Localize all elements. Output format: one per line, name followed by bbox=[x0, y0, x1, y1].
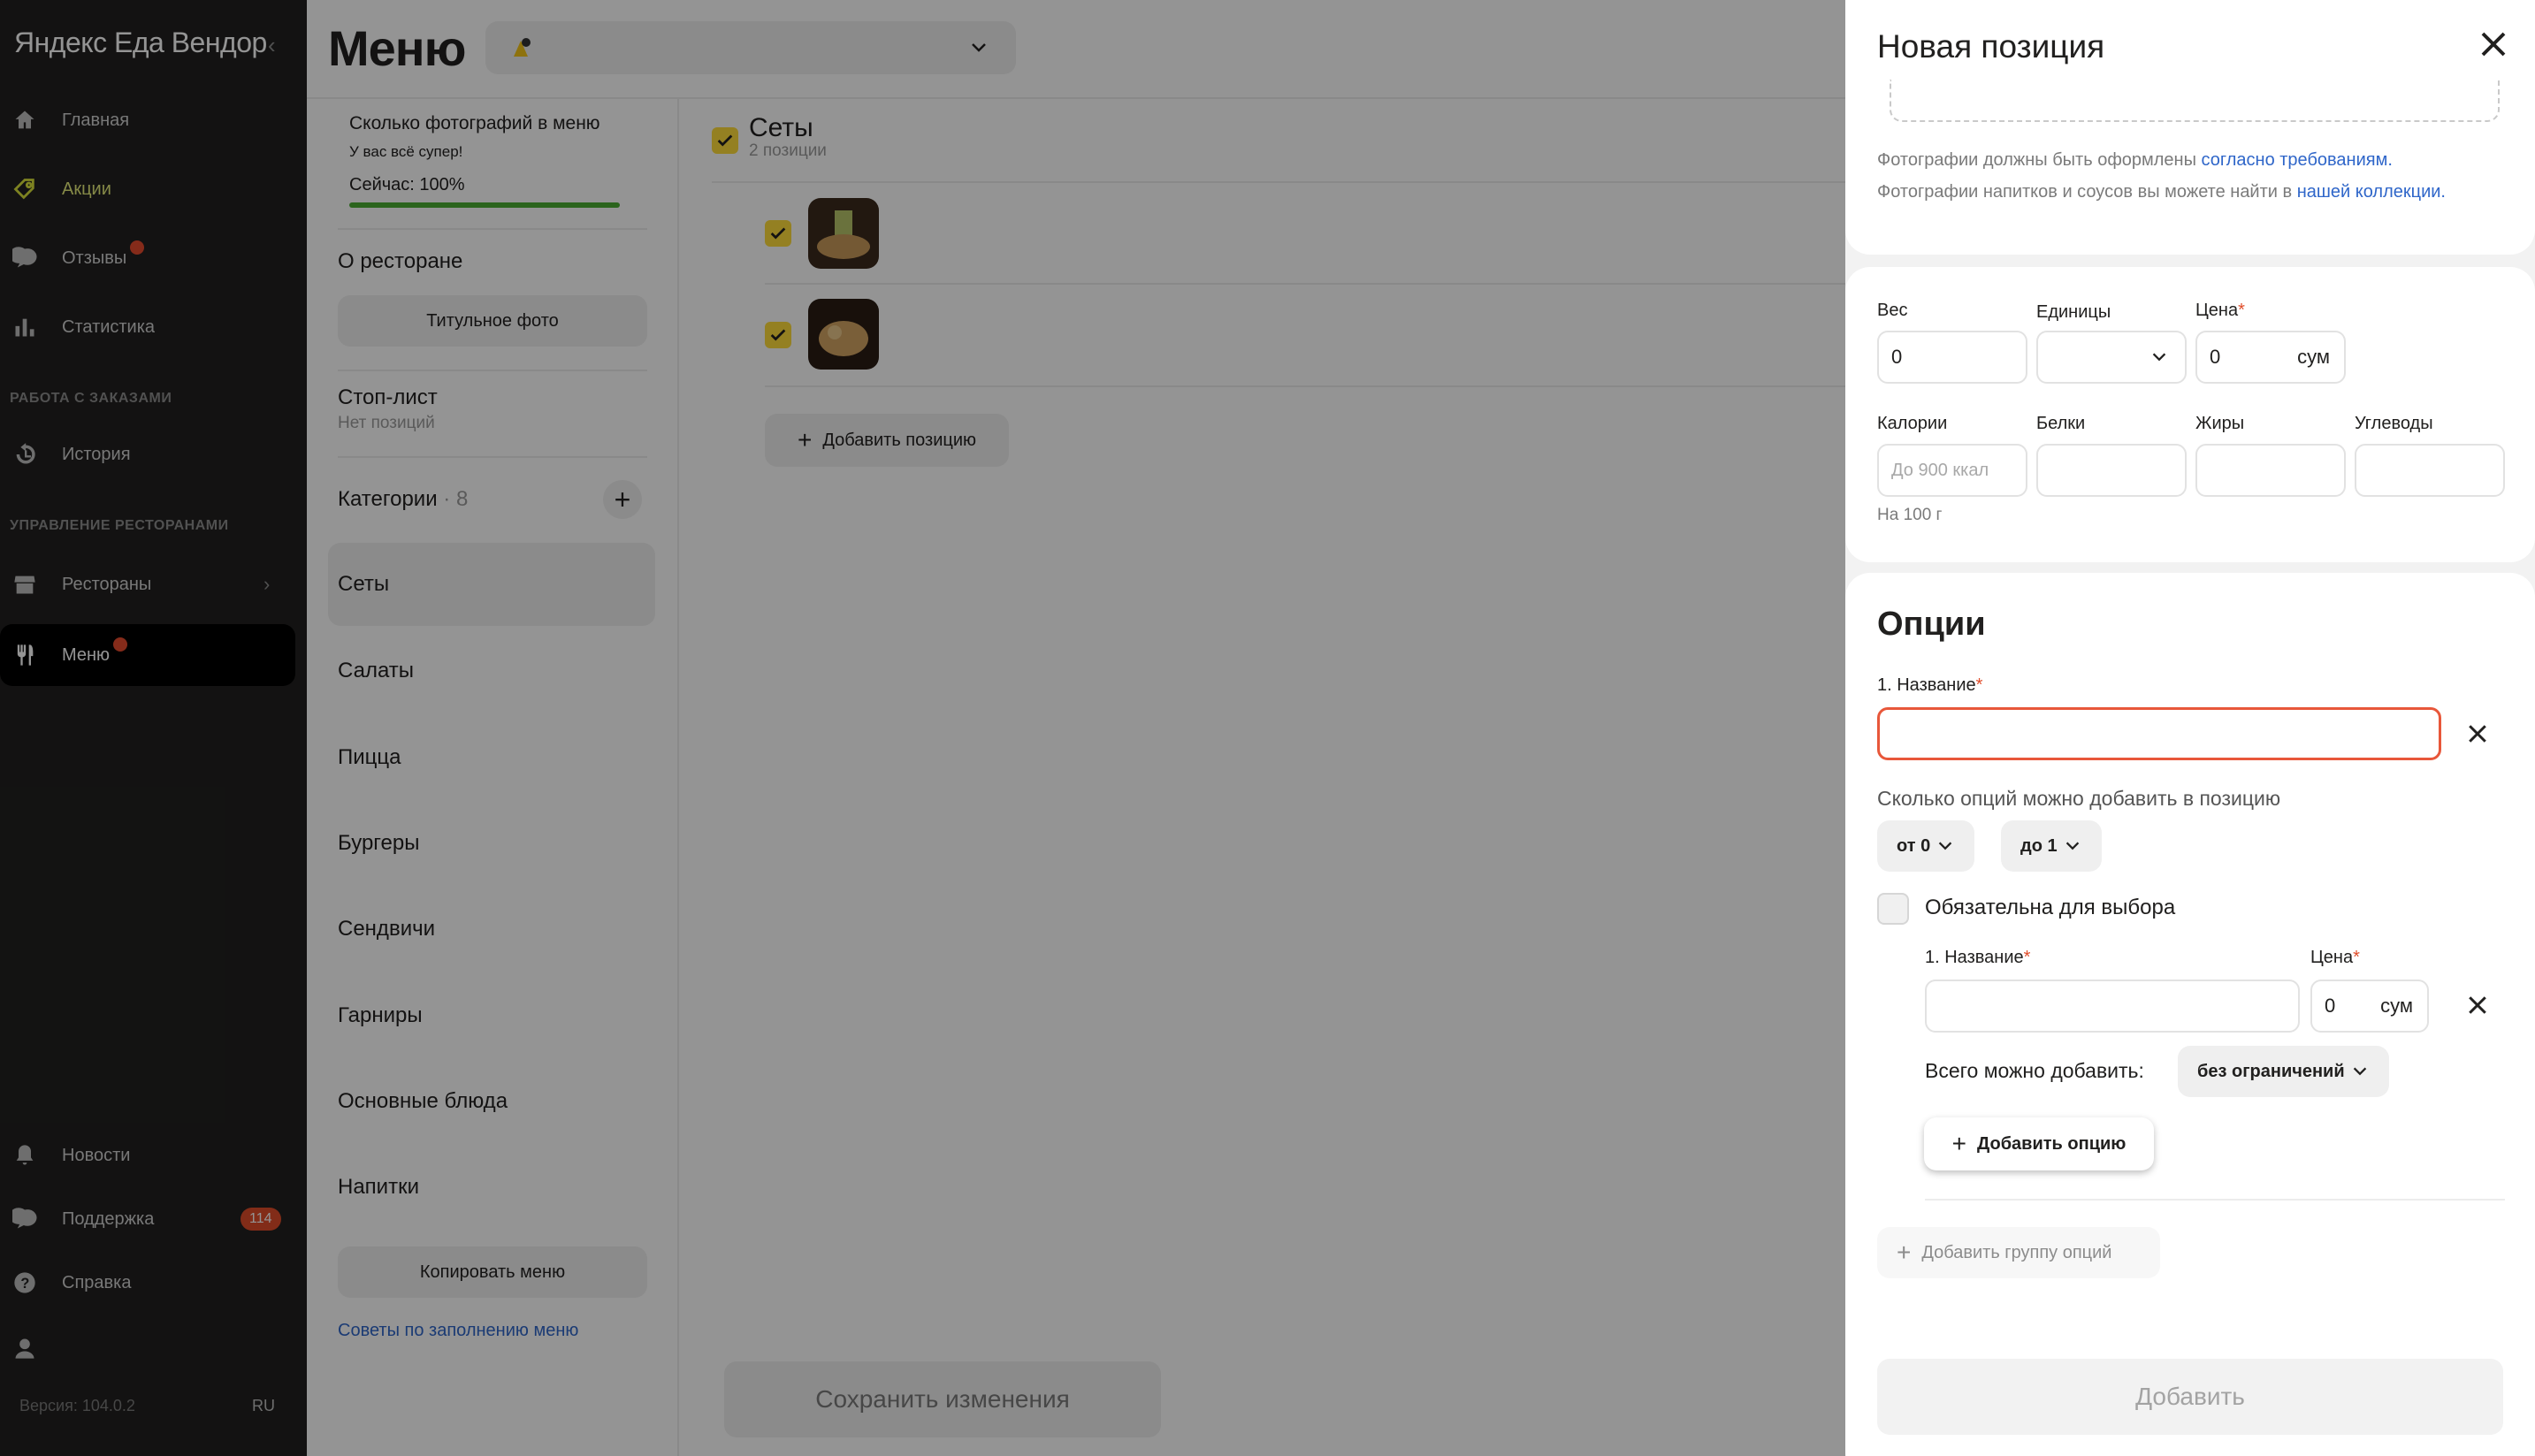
calories-placeholder: До 900 ккал bbox=[1891, 460, 1989, 480]
to-value: до 1 bbox=[2020, 835, 2058, 856]
total-value: без ограничений bbox=[2197, 1061, 2345, 1081]
weight-input[interactable]: 0 bbox=[1877, 331, 2027, 384]
new-item-panel: Фотографии должны быть оформлены согласн… bbox=[1845, 0, 2535, 1456]
chevron-down-icon bbox=[2065, 842, 2079, 850]
group-name-label-text: 1. Название bbox=[1877, 675, 1976, 695]
weight-value: 0 bbox=[1891, 346, 1903, 368]
add-option-label: Добавить опцию bbox=[1976, 1133, 2126, 1154]
required-checkbox[interactable] bbox=[1877, 893, 1909, 925]
calories-input[interactable]: До 900 ккал bbox=[1877, 444, 2027, 497]
plus-icon: + bbox=[1897, 1239, 1912, 1266]
photo-req-text: Фотографии должны быть оформлены bbox=[1877, 150, 2202, 170]
plus-icon: + bbox=[1951, 1130, 1966, 1157]
price-label-text: Цена bbox=[2195, 301, 2239, 320]
total-label: Всего можно добавить: bbox=[1925, 1059, 2144, 1082]
required-label: Обязательна для выбора bbox=[1925, 896, 2176, 919]
carbs-input[interactable] bbox=[2355, 444, 2505, 497]
photo-requirements-text: Фотографии должны быть оформлены согласн… bbox=[1877, 150, 2393, 171]
price-label: Цена* bbox=[2195, 301, 2245, 320]
weight-label: Вес bbox=[1877, 301, 1908, 320]
modal-overlay[interactable] bbox=[0, 0, 1845, 1456]
chevron-down-icon bbox=[2152, 353, 2166, 362]
per-100-note: На 100 г bbox=[1877, 506, 1943, 524]
currency-suffix: сум bbox=[2380, 995, 2413, 1017]
close-icon[interactable] bbox=[2478, 28, 2509, 60]
option-name-input[interactable] bbox=[1925, 980, 2300, 1033]
proteins-input[interactable] bbox=[2036, 444, 2187, 497]
options-title: Опции bbox=[1877, 606, 1986, 643]
units-select[interactable] bbox=[2036, 331, 2187, 384]
price-value: 0 bbox=[2210, 346, 2221, 368]
photo-collection-text: Фотографии напитков и соусов вы можете н… bbox=[1877, 182, 2446, 202]
proteins-label: Белки bbox=[2036, 414, 2086, 433]
collection-link[interactable]: нашей коллекции. bbox=[2297, 182, 2446, 202]
calories-label: Калории bbox=[1877, 414, 1948, 433]
option-price-label: Цена* bbox=[2310, 948, 2360, 967]
chevron-down-icon bbox=[2353, 1067, 2366, 1076]
add-group-label: Добавить группу опций bbox=[1921, 1242, 2112, 1262]
option-price-input[interactable]: 0 сум bbox=[2310, 980, 2429, 1033]
add-option-button[interactable]: + Добавить опцию bbox=[1924, 1117, 2154, 1170]
carbs-label: Углеводы bbox=[2355, 414, 2433, 433]
add-option-group-button[interactable]: + Добавить группу опций bbox=[1877, 1227, 2160, 1278]
fats-input[interactable] bbox=[2195, 444, 2346, 497]
nutrition-card: Вес 0 Единицы Цена* 0 сум Калории До 900… bbox=[1845, 267, 2535, 562]
price-input[interactable]: 0 сум bbox=[2195, 331, 2346, 384]
divider bbox=[1925, 1199, 2505, 1201]
option-name-label-text: 1. Название bbox=[1925, 948, 2024, 967]
option-price-label-text: Цена bbox=[2310, 948, 2354, 967]
group-name-input[interactable] bbox=[1877, 707, 2441, 760]
photo-col-text: Фотографии напитков и соусов вы можете н… bbox=[1877, 182, 2297, 202]
from-value: от 0 bbox=[1897, 835, 1931, 856]
requirements-link[interactable]: согласно требованиям. bbox=[2202, 150, 2393, 170]
group-name-label: 1. Название* bbox=[1877, 675, 1983, 695]
option-name-label: 1. Название* bbox=[1925, 948, 2031, 967]
to-select[interactable]: до 1 bbox=[2001, 820, 2102, 872]
remove-group-icon[interactable] bbox=[2464, 720, 2491, 747]
options-count-label: Сколько опций можно добавить в позицию bbox=[1877, 787, 2281, 810]
fats-label: Жиры bbox=[2195, 414, 2245, 433]
option-price-value: 0 bbox=[2325, 995, 2336, 1017]
chevron-down-icon bbox=[1938, 842, 1952, 850]
remove-option-icon[interactable] bbox=[2464, 992, 2491, 1018]
from-select[interactable]: от 0 bbox=[1877, 820, 1975, 872]
add-item-button[interactable]: Добавить bbox=[1877, 1359, 2503, 1435]
currency-suffix: сум bbox=[2297, 346, 2330, 368]
panel-title: Новая позиция bbox=[1877, 28, 2105, 65]
total-select[interactable]: без ограничений bbox=[2178, 1046, 2389, 1097]
units-label: Единицы bbox=[2036, 302, 2111, 322]
photo-upload-area[interactable] bbox=[1890, 80, 2500, 122]
